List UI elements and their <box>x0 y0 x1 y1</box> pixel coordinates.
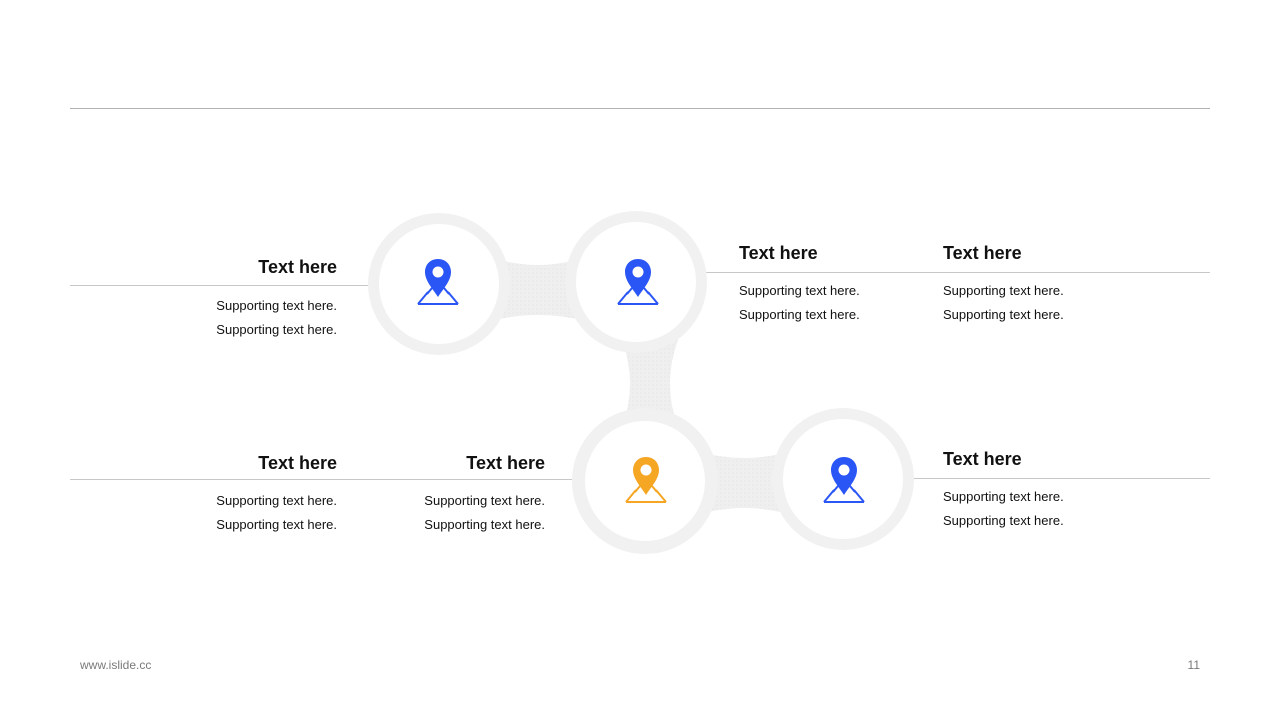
pin-dot <box>640 464 652 476</box>
block-title: Text here <box>943 449 1022 469</box>
map-pin-icon <box>417 259 459 305</box>
block-support-line: Supporting text here. <box>739 307 860 322</box>
map-pin-icon <box>617 259 659 305</box>
block-support-line: Supporting text here. <box>943 513 1064 528</box>
text-block-bottom-right: Text here Supporting text here. Supporti… <box>943 448 1163 533</box>
icon-layer <box>417 259 865 503</box>
pin-dot <box>838 464 850 476</box>
text-block-top-left: Text here Supporting text here. Supporti… <box>117 256 337 342</box>
text-block-bottom-left: Text here Supporting text here. Supporti… <box>117 452 337 537</box>
block-support-line: Supporting text here. <box>739 283 860 298</box>
map-pin-icon <box>823 457 865 503</box>
block-support-line: Supporting text here. <box>943 283 1064 298</box>
block-support-line: Supporting text here. <box>424 517 545 532</box>
text-block-top-right: Text here Supporting text here. Supporti… <box>943 242 1163 327</box>
block-title: Text here <box>466 453 545 473</box>
text-block-top-middle: Text here Supporting text here. Supporti… <box>739 242 959 327</box>
map-pin-icon <box>625 457 667 503</box>
block-support-line: Supporting text here. <box>216 298 337 313</box>
block-title: Text here <box>258 257 337 277</box>
page-number: 11 <box>1187 658 1200 672</box>
block-title: Text here <box>258 453 337 473</box>
text-block-bottom-middle: Text here Supporting text here. Supporti… <box>325 452 545 537</box>
block-title: Text here <box>739 243 818 263</box>
block-support-line: Supporting text here. <box>943 489 1064 504</box>
block-support-line: Supporting text here. <box>216 517 337 532</box>
pin-dot <box>632 266 644 278</box>
block-title: Text here <box>943 243 1022 263</box>
footer-url[interactable]: www.islide.cc <box>80 658 151 672</box>
slide: Text here Supporting text here. Supporti… <box>0 0 1280 720</box>
block-support-line: Supporting text here. <box>943 307 1064 322</box>
block-support-line: Supporting text here. <box>216 493 337 508</box>
pin-dot <box>432 266 444 278</box>
block-support-line: Supporting text here. <box>424 493 545 508</box>
block-support-line: Supporting text here. <box>216 322 337 337</box>
